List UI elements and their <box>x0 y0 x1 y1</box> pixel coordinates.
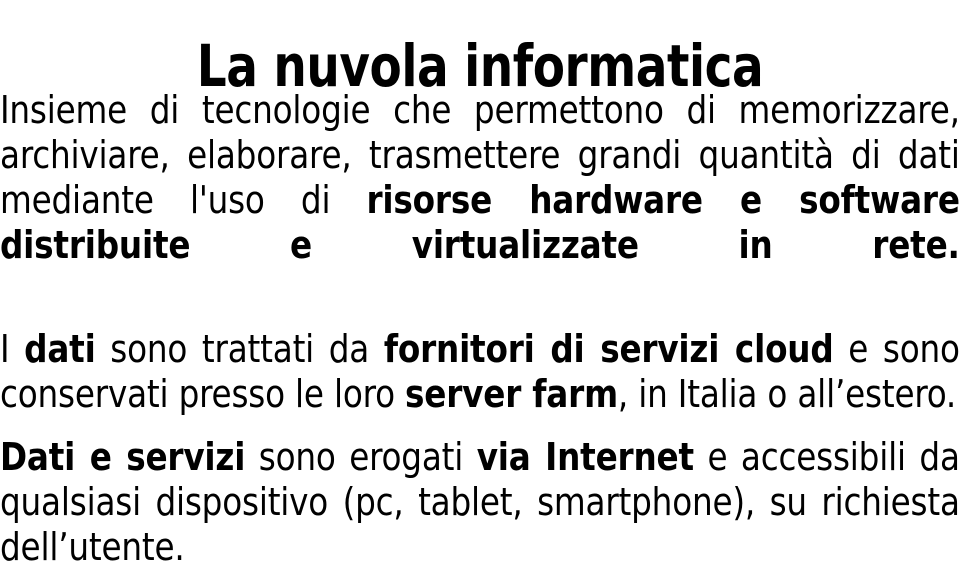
text-run: I <box>0 327 25 371</box>
text-run: , in Italia o all’estero. <box>617 372 957 416</box>
emphasis-run: server farm <box>405 372 618 416</box>
text-run: sono trattati da <box>95 327 384 371</box>
text-run: sono erogati <box>245 435 477 479</box>
paragraph-definizione: Insieme di tecnologie che permettono di … <box>0 88 960 313</box>
emphasis-run: fornitori di servizi cloud <box>383 327 834 371</box>
paragraph-erogazione: Dati e servizi sono erogati via Internet… <box>0 435 960 570</box>
slide-body: Insieme di tecnologie che permettono di … <box>0 88 960 570</box>
emphasis-run: via Internet <box>476 435 694 479</box>
emphasis-run: Dati e servizi <box>0 435 246 479</box>
emphasis-run: dati <box>24 327 96 371</box>
slide-canvas: La nuvola informatica Insieme di tecnolo… <box>0 0 960 569</box>
paragraph-trattamento-dati: I dati sono trattati da fornitori di ser… <box>0 327 960 417</box>
